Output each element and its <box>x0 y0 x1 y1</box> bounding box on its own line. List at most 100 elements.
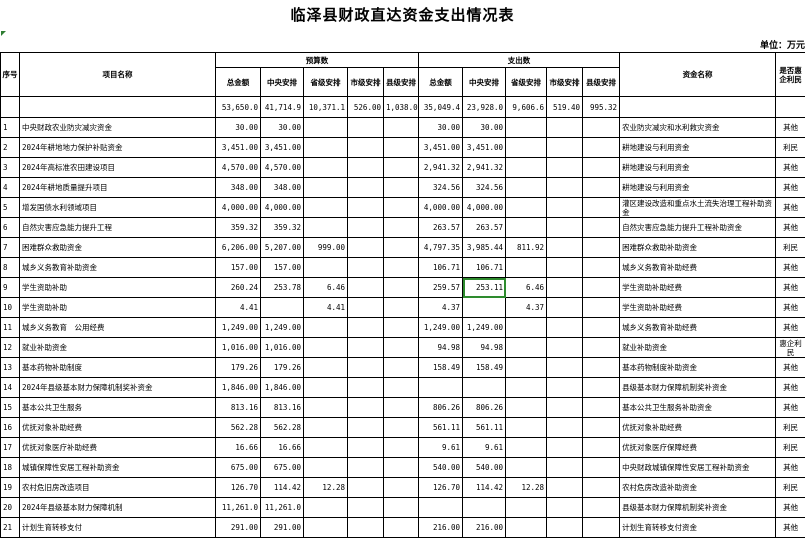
spend-cell[interactable] <box>505 457 548 478</box>
header-spend-county[interactable]: 县级安排 <box>582 67 621 97</box>
spend-cell[interactable] <box>582 337 621 358</box>
budget-cell[interactable] <box>347 417 384 438</box>
spend-cell[interactable]: 158.49 <box>418 357 464 378</box>
budget-cell[interactable] <box>303 377 348 398</box>
row-number-cell[interactable]: 16 <box>0 417 20 438</box>
header-budget-total[interactable]: 总金额 <box>215 67 261 97</box>
budget-cell[interactable]: 4.41 <box>303 297 348 318</box>
header-project[interactable]: 项目名称 <box>19 52 216 97</box>
budget-cell[interactable]: 260.24 <box>215 277 261 298</box>
spend-cell[interactable]: 4,000.00 <box>418 197 464 218</box>
spend-cell[interactable]: 540.00 <box>418 457 464 478</box>
table-cell[interactable] <box>19 96 216 118</box>
spend-cell[interactable]: 126.70 <box>418 477 464 498</box>
budget-cell[interactable] <box>303 137 348 158</box>
row-number-cell[interactable]: 21 <box>0 517 20 538</box>
project-name-cell[interactable]: 学生资助补助 <box>19 277 216 298</box>
budget-cell[interactable] <box>347 297 384 318</box>
spend-cell[interactable] <box>582 437 621 458</box>
spend-cell[interactable] <box>546 177 584 198</box>
budget-cell[interactable]: 813.16 <box>260 397 304 418</box>
spend-cell[interactable] <box>582 157 621 178</box>
spend-cell[interactable] <box>505 257 548 278</box>
spend-cell[interactable] <box>505 517 548 538</box>
benefit-flag-cell[interactable]: 惠企利民 <box>775 337 805 358</box>
benefit-flag-cell[interactable]: 其他 <box>775 217 805 238</box>
fund-name-cell[interactable]: 中央财政城镇保障性安居工程补助资金 <box>619 457 777 478</box>
spend-cell[interactable]: 263.57 <box>418 217 464 238</box>
row-number-cell[interactable]: 9 <box>0 277 20 298</box>
budget-cell[interactable] <box>303 337 348 358</box>
fund-name-cell[interactable]: 县级基本财力保障机制奖补资金 <box>619 377 777 398</box>
table-cell[interactable]: 9,606.6 <box>505 96 548 118</box>
spend-cell[interactable] <box>505 497 548 518</box>
budget-cell[interactable] <box>382 377 420 398</box>
spend-cell[interactable]: 2,941.32 <box>462 157 507 178</box>
fund-name-cell[interactable]: 学生资助补助经费 <box>619 277 777 298</box>
budget-cell[interactable] <box>303 317 348 338</box>
benefit-flag-cell[interactable]: 利民 <box>775 237 805 258</box>
budget-cell[interactable]: 114.42 <box>260 477 304 498</box>
budget-cell[interactable] <box>382 437 420 458</box>
budget-cell[interactable] <box>347 317 384 338</box>
budget-cell[interactable]: 11,261.0 <box>215 497 261 518</box>
spend-cell[interactable] <box>546 337 584 358</box>
fund-name-cell[interactable]: 就业补助资金 <box>619 337 777 358</box>
budget-cell[interactable]: 348.00 <box>260 177 304 198</box>
budget-cell[interactable] <box>382 117 420 138</box>
fund-name-cell[interactable]: 基本药物制度补助资金 <box>619 357 777 378</box>
benefit-flag-cell[interactable]: 其他 <box>775 197 805 218</box>
fund-name-cell[interactable]: 农村危房改造补助资金 <box>619 477 777 498</box>
spend-cell[interactable]: 3,451.00 <box>462 137 507 158</box>
budget-cell[interactable] <box>347 337 384 358</box>
budget-cell[interactable] <box>382 137 420 158</box>
spend-cell[interactable]: 6.46 <box>505 277 548 298</box>
fund-name-cell[interactable]: 耕地建设与利用资金 <box>619 177 777 198</box>
header-budget-county[interactable]: 县级安排 <box>382 67 420 97</box>
budget-cell[interactable] <box>347 137 384 158</box>
budget-cell[interactable]: 359.32 <box>215 217 261 238</box>
spend-cell[interactable] <box>582 237 621 258</box>
budget-cell[interactable]: 30.00 <box>260 117 304 138</box>
table-cell[interactable] <box>0 96 20 118</box>
spend-cell[interactable] <box>546 377 584 398</box>
budget-cell[interactable]: 179.26 <box>260 357 304 378</box>
header-budget-province[interactable]: 省级安排 <box>303 67 348 97</box>
spend-cell[interactable] <box>546 497 584 518</box>
budget-cell[interactable] <box>303 497 348 518</box>
budget-cell[interactable] <box>382 417 420 438</box>
spend-cell[interactable] <box>505 317 548 338</box>
spend-cell[interactable]: 30.00 <box>418 117 464 138</box>
project-name-cell[interactable]: 基本药物补助制度 <box>19 357 216 378</box>
budget-cell[interactable]: 562.28 <box>260 417 304 438</box>
fund-name-cell[interactable]: 优抚对象补助经费 <box>619 417 777 438</box>
spend-cell[interactable] <box>505 177 548 198</box>
budget-cell[interactable] <box>347 237 384 258</box>
project-name-cell[interactable]: 城镇保障性安居工程补助资金 <box>19 457 216 478</box>
spend-cell[interactable] <box>582 277 621 298</box>
spend-cell[interactable] <box>505 337 548 358</box>
spend-cell[interactable]: 106.71 <box>462 257 507 278</box>
budget-cell[interactable]: 5,207.00 <box>260 237 304 258</box>
budget-cell[interactable] <box>382 397 420 418</box>
fund-name-cell[interactable]: 困难群众救助补助资金 <box>619 237 777 258</box>
budget-cell[interactable]: 6,206.00 <box>215 237 261 258</box>
table-cell[interactable]: 53,650.0 <box>215 96 261 118</box>
spend-cell[interactable] <box>505 117 548 138</box>
budget-cell[interactable] <box>303 357 348 378</box>
budget-cell[interactable]: 179.26 <box>215 357 261 378</box>
spend-cell[interactable] <box>582 117 621 138</box>
table-cell[interactable]: 23,928.0 <box>462 96 507 118</box>
table-cell[interactable]: 1,038.0 <box>382 96 420 118</box>
budget-cell[interactable] <box>303 177 348 198</box>
row-number-cell[interactable]: 18 <box>0 457 20 478</box>
table-cell[interactable]: 995.32 <box>582 96 621 118</box>
project-name-cell[interactable]: 城乡义务教育 公用经费 <box>19 317 216 338</box>
budget-cell[interactable] <box>347 197 384 218</box>
spend-cell[interactable]: 324.56 <box>418 177 464 198</box>
project-name-cell[interactable]: 2024年耕地质量提升项目 <box>19 177 216 198</box>
budget-cell[interactable]: 3,451.00 <box>215 137 261 158</box>
budget-cell[interactable] <box>303 257 348 278</box>
benefit-flag-cell[interactable]: 其他 <box>775 397 805 418</box>
spend-cell[interactable]: 216.00 <box>462 517 507 538</box>
